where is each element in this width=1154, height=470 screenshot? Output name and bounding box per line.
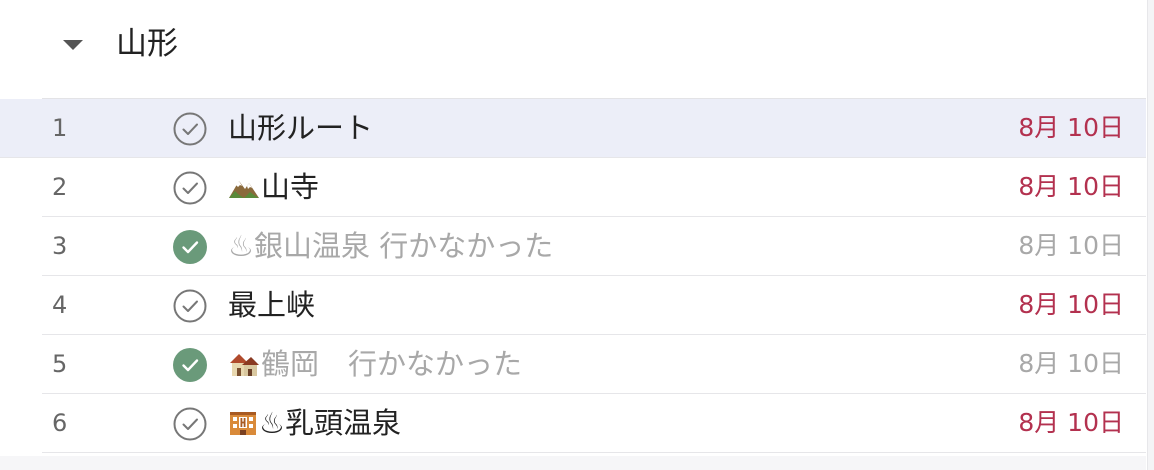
task-title[interactable]: 最上峡	[228, 276, 315, 334]
task-title-text: 最上峡	[228, 288, 316, 322]
mountain-icon	[228, 175, 260, 199]
task-row[interactable]: 5 鶴岡 行かなかった 8月 10日	[42, 335, 1146, 394]
houses-icon	[228, 350, 260, 378]
task-row[interactable]: 3 ♨銀山温泉 行かなかった 8月 10日	[42, 217, 1146, 276]
due-date[interactable]: 8月 10日	[1018, 394, 1124, 452]
list-footer	[0, 456, 1146, 470]
checkbox-icon[interactable]	[173, 171, 207, 205]
task-title[interactable]: 鶴岡 行かなかった	[228, 335, 522, 393]
task-row[interactable]: 2 山寺 8月 10日	[42, 158, 1146, 217]
task-title[interactable]: ♨乳頭温泉	[228, 394, 401, 452]
due-date[interactable]: 8月 10日	[1018, 217, 1124, 275]
due-date[interactable]: 8月 10日	[1018, 158, 1124, 216]
task-title[interactable]: 山寺	[228, 158, 319, 216]
checkbox-icon[interactable]	[173, 112, 207, 146]
task-row[interactable]: 6 ♨乳頭温泉 8月 10日	[42, 394, 1146, 453]
task-title[interactable]: 山形ルート	[228, 99, 373, 157]
task-title-text: 鶴岡 行かなかった	[261, 347, 523, 381]
row-number: 2	[52, 173, 68, 201]
task-list: 1 山形ルート 8月 10日 2 山寺 8月 10日 3 ♨銀山温泉 行かなかっ…	[0, 98, 1146, 453]
section-title: 山形	[116, 26, 178, 62]
checkbox-icon[interactable]	[173, 289, 207, 323]
section-header: 山形	[0, 0, 1146, 99]
task-title[interactable]: ♨銀山温泉 行かなかった	[228, 217, 553, 275]
checked-checkbox-icon[interactable]	[173, 348, 207, 382]
task-row[interactable]: 1 山形ルート 8月 10日	[0, 99, 1146, 158]
checkbox-icon[interactable]	[173, 407, 207, 441]
task-title-text: 山寺	[261, 170, 320, 204]
due-date[interactable]: 8月 10日	[1018, 335, 1124, 393]
row-number: 5	[52, 350, 68, 378]
task-title-text: 山形ルート	[228, 111, 374, 145]
task-title-text: ♨乳頭温泉	[259, 406, 401, 440]
row-number: 6	[52, 409, 68, 437]
task-row[interactable]: 4 最上峡 8月 10日	[42, 276, 1146, 335]
row-number: 1	[52, 114, 68, 142]
checked-checkbox-icon[interactable]	[173, 230, 207, 264]
scrollbar-track[interactable]	[1147, 0, 1154, 470]
row-number: 4	[52, 291, 68, 319]
due-date[interactable]: 8月 10日	[1018, 276, 1124, 334]
due-date[interactable]: 8月 10日	[1018, 99, 1124, 157]
task-title-text: ♨銀山温泉 行かなかった	[228, 229, 554, 263]
caret-down-icon[interactable]	[62, 38, 84, 52]
row-number: 3	[52, 232, 68, 260]
hotel-icon	[228, 409, 258, 437]
